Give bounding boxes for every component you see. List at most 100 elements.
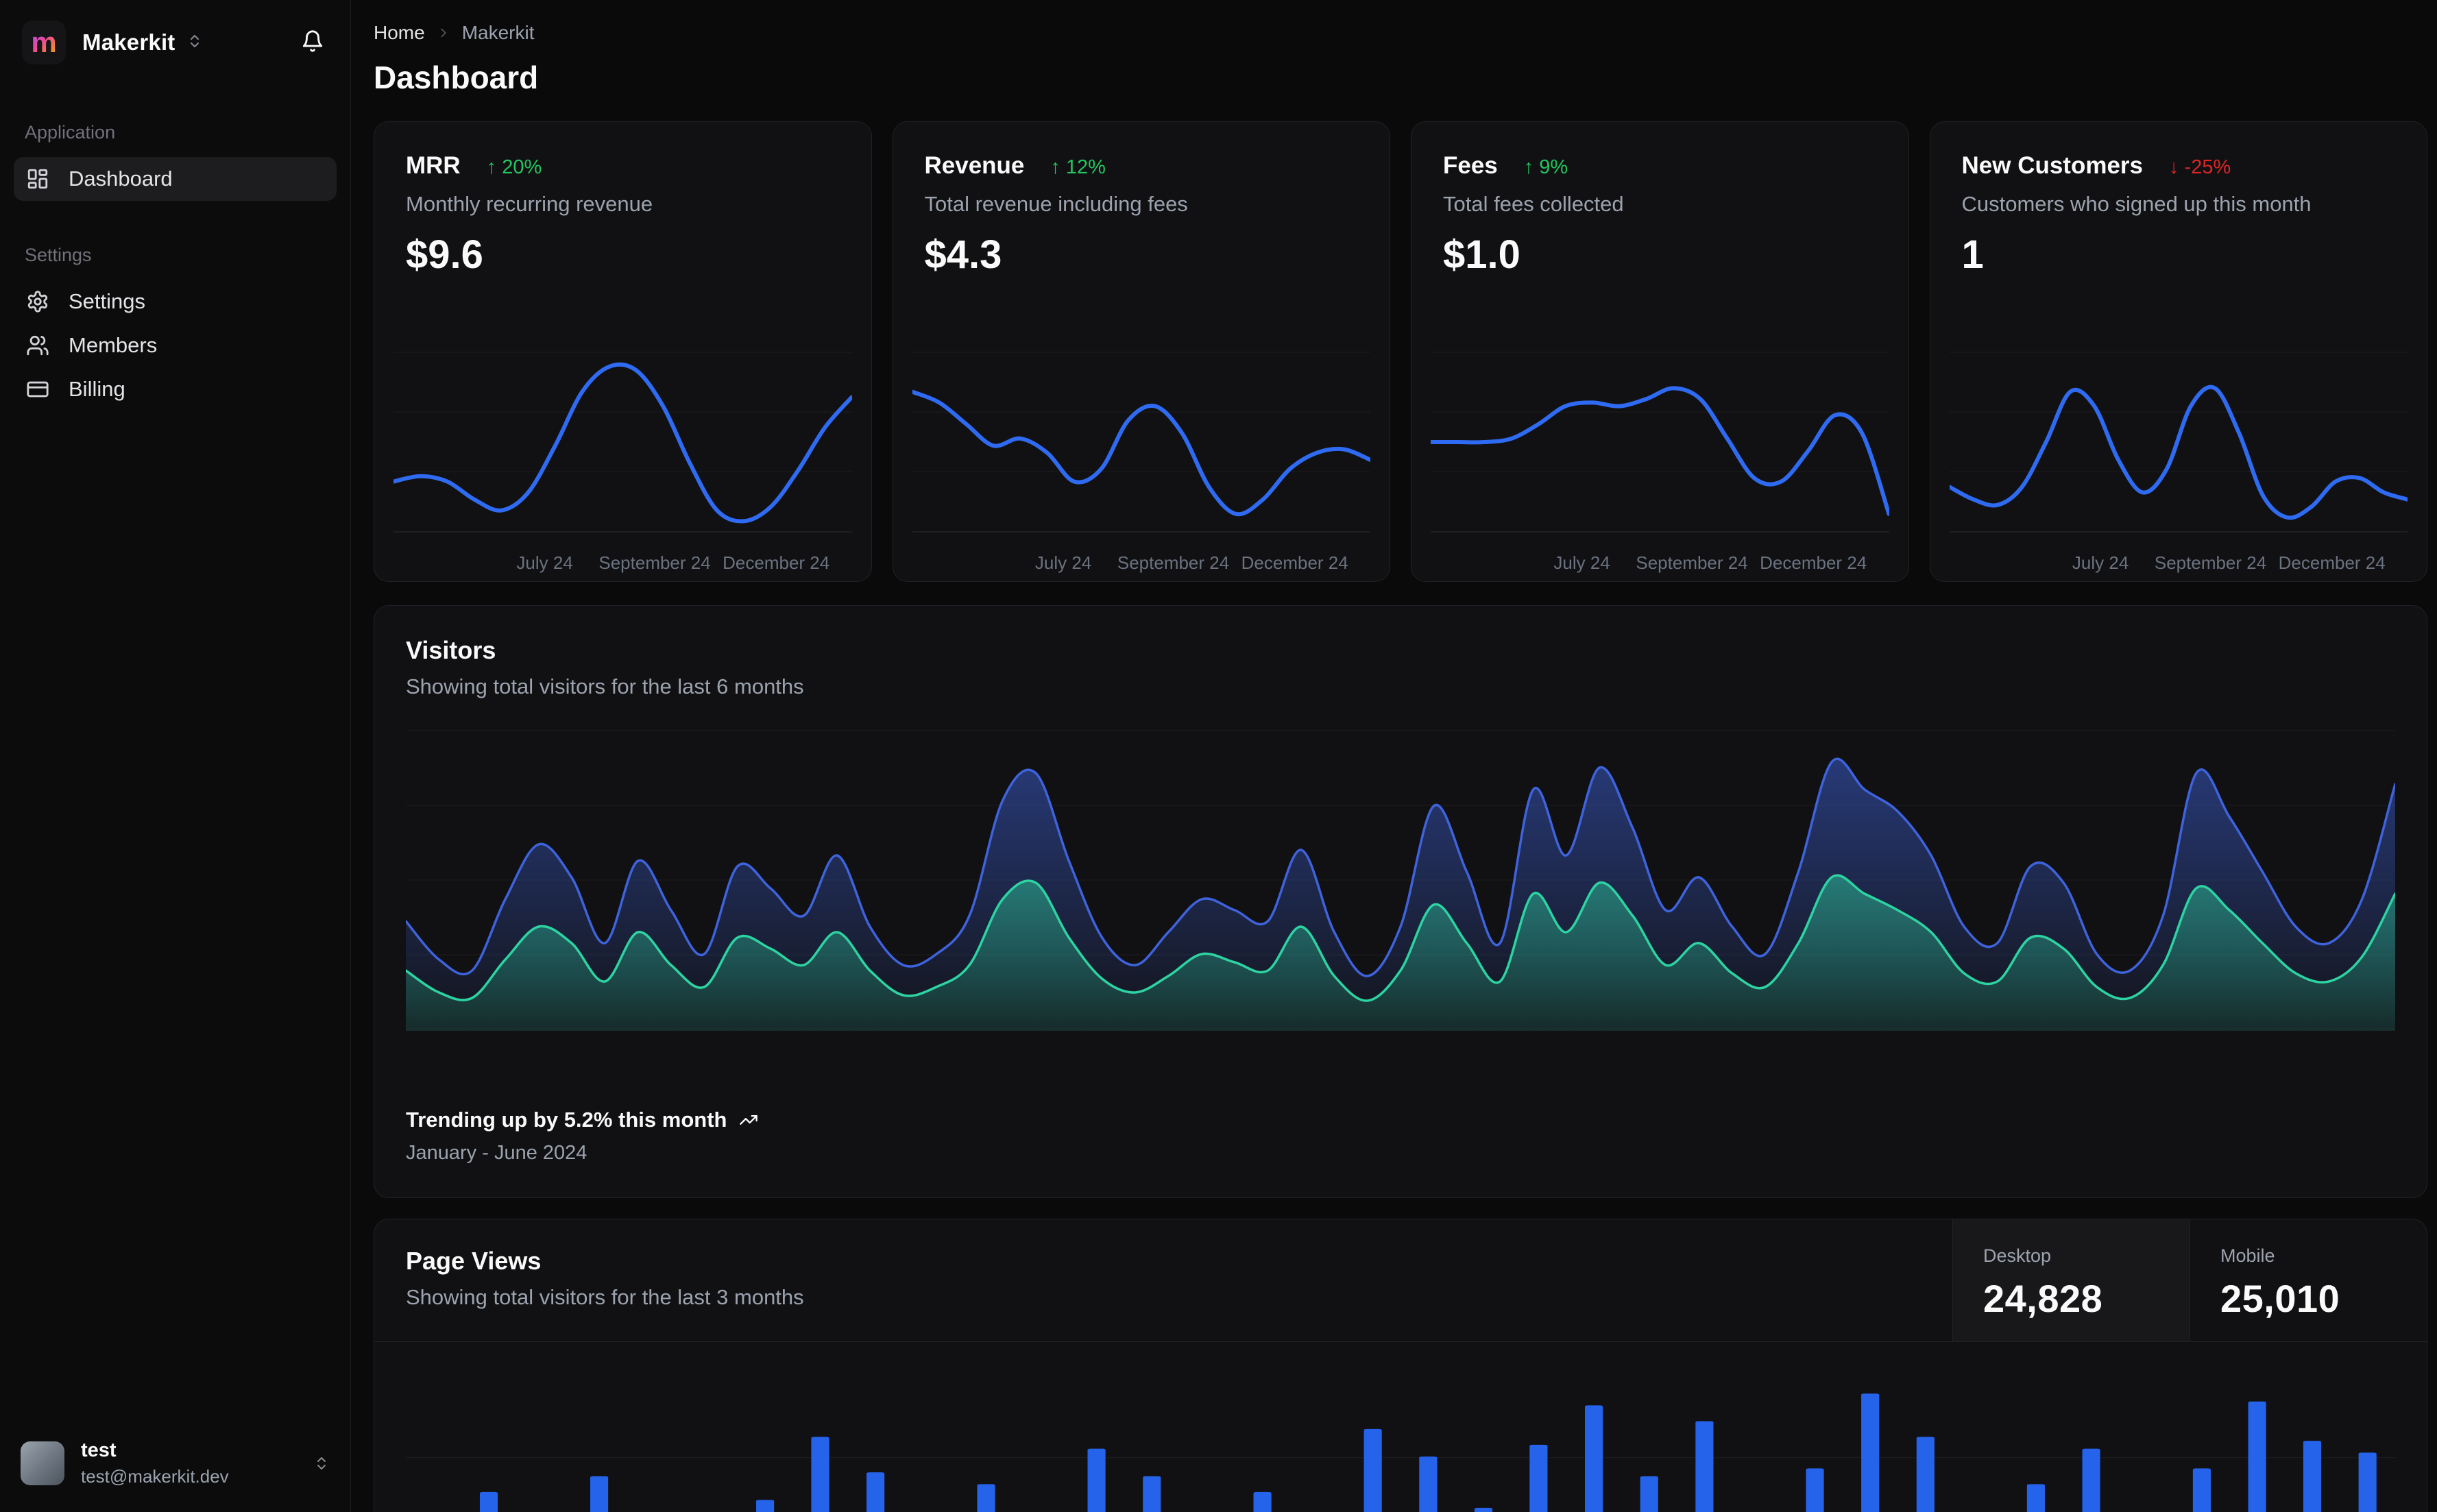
visitors-card: Visitors Showing total visitors for the …: [374, 605, 2427, 1198]
tick-label: December 24: [2278, 552, 2386, 573]
tab-mobile[interactable]: Mobile 25,010: [2190, 1219, 2427, 1341]
mrr-sparkline-chart: [393, 336, 852, 541]
stat-title: MRR: [406, 151, 461, 179]
tick-label: July 24: [1553, 552, 1610, 573]
breadcrumb-home-link[interactable]: Home: [374, 23, 425, 42]
sidebar: m Makerkit Application Dashboard Setting…: [0, 0, 351, 1512]
page-views-bar-chart: [374, 1358, 2427, 1512]
x-axis-ticks: July 24 September 24 December 24: [1431, 541, 1889, 581]
breadcrumb-current: Makerkit: [461, 22, 535, 43]
sidebar-item-label: Members: [69, 333, 158, 357]
visitors-trend-text: Trending up by 5.2% this month: [406, 1107, 727, 1132]
makerkit-logo: m: [22, 21, 66, 64]
tab-label: Mobile: [2220, 1245, 2275, 1266]
user-menu[interactable]: test test@makerkit.dev: [0, 1439, 350, 1487]
fees-sparkline-chart: [1431, 336, 1889, 541]
credit-card-icon: [26, 378, 49, 401]
workspace-name: Makerkit: [82, 29, 175, 55]
tab-value: 24,828: [1983, 1276, 2103, 1320]
notifications-button[interactable]: [301, 29, 324, 56]
visitors-title: Visitors: [406, 635, 496, 664]
chevrons-up-down-icon: [313, 1455, 330, 1472]
sidebar-item-label: Settings: [69, 289, 146, 313]
stat-card-mrr: MRR ↑ 20% Monthly recurring revenue $9.6 …: [374, 121, 872, 582]
stat-value: $4.3: [924, 232, 1002, 277]
tick-label: September 24: [2154, 552, 2267, 573]
users-icon: [26, 334, 49, 357]
sidebar-nav: Application Dashboard Settings Settings: [0, 122, 350, 411]
tab-label: Desktop: [1983, 1245, 2052, 1266]
chevron-right-icon: [436, 25, 451, 40]
sidebar-item-dashboard[interactable]: Dashboard: [14, 157, 337, 201]
stat-description: Total revenue including fees: [924, 191, 1188, 216]
stat-description: Customers who signed up this month: [1961, 191, 2312, 216]
tick-label: December 24: [723, 552, 830, 573]
stat-delta-badge: ↑ 12%: [1050, 156, 1106, 178]
x-axis-ticks: July 24 September 24 December 24: [912, 541, 1371, 581]
stat-description: Monthly recurring revenue: [406, 191, 653, 216]
stat-card-revenue: Revenue ↑ 12% Total revenue including fee…: [892, 121, 1390, 582]
page-views-header: Page Views Showing total visitors for th…: [374, 1219, 2427, 1342]
sidebar-item-members[interactable]: Members: [14, 324, 337, 367]
new-customers-sparkline-chart: [1950, 336, 2408, 541]
stat-card-new-customers: New Customers ↓ -25% Customers who signed…: [1929, 121, 2427, 582]
sidebar-item-label: Billing: [69, 377, 125, 401]
arrow-up-icon: ↑: [1523, 156, 1534, 178]
logo-letter: m: [31, 26, 57, 58]
bell-icon: [301, 29, 324, 56]
stat-title: Revenue: [924, 151, 1025, 179]
arrow-down-icon: ↓: [2169, 156, 2179, 178]
user-name: test: [81, 1439, 117, 1461]
gear-icon: [26, 290, 49, 313]
stat-delta-badge: ↑ 9%: [1523, 156, 1568, 178]
x-axis-ticks: July 24 September 24 December 24: [1950, 541, 2408, 581]
sidebar-item-settings[interactable]: Settings: [14, 280, 337, 324]
user-meta: test test@makerkit.dev: [81, 1439, 229, 1487]
nav-section-settings: Settings: [25, 245, 92, 265]
chevrons-up-down-icon: [186, 33, 203, 53]
tick-label: July 24: [2072, 552, 2129, 573]
tick-label: September 24: [598, 552, 711, 573]
tab-desktop[interactable]: Desktop 24,828: [1952, 1219, 2190, 1341]
sidebar-item-billing[interactable]: Billing: [14, 367, 337, 411]
visitors-footer: Trending up by 5.2% this month January -…: [406, 1108, 2395, 1165]
tab-value: 25,010: [2220, 1276, 2340, 1320]
trending-up-icon: [739, 1110, 758, 1130]
stat-delta-badge: ↑ 20%: [486, 156, 542, 178]
visitors-subtitle: Showing total visitors for the last 6 mo…: [406, 674, 804, 698]
arrow-up-icon: ↑: [486, 156, 497, 178]
stat-title: New Customers: [1961, 151, 2144, 179]
workspace-selector[interactable]: [186, 33, 203, 53]
stat-value: $1.0: [1443, 232, 1520, 277]
page-title: Dashboard: [374, 60, 539, 95]
stat-card-fees: Fees ↑ 9% Total fees collected $1.0 July …: [1411, 121, 1909, 582]
page-views-subtitle: Showing total visitors for the last 3 mo…: [406, 1284, 804, 1309]
stat-title: Fees: [1443, 151, 1498, 179]
layout-dashboard-icon: [26, 167, 49, 191]
main-content: Home Makerkit Dashboard MRR ↑ 20% Monthly…: [351, 0, 2437, 1512]
x-axis-ticks: July 24 September 24 December 24: [393, 541, 852, 581]
workspace-row: m Makerkit: [0, 21, 350, 64]
stat-cards-row: MRR ↑ 20% Monthly recurring revenue $9.6 …: [374, 121, 2427, 582]
visitors-date-range: January - June 2024: [406, 1141, 587, 1164]
tick-label: September 24: [1117, 552, 1230, 573]
user-email: test@makerkit.dev: [81, 1466, 229, 1487]
stat-delta-badge: ↓ -25%: [2169, 156, 2231, 178]
arrow-up-icon: ↑: [1050, 156, 1060, 178]
tick-label: July 24: [516, 552, 573, 573]
sidebar-item-label: Dashboard: [69, 167, 173, 191]
tick-label: July 24: [1034, 552, 1092, 573]
stat-description: Total fees collected: [1443, 191, 1624, 216]
stat-value: 1: [1961, 232, 1984, 277]
revenue-sparkline-chart: [912, 336, 1371, 541]
visitors-area-chart: [406, 729, 2395, 1031]
nav-section-application: Application: [25, 122, 116, 143]
page-views-card: Page Views Showing total visitors for th…: [374, 1218, 2427, 1512]
user-avatar: [21, 1441, 64, 1485]
tick-label: December 24: [1760, 552, 1867, 573]
breadcrumb: Home Makerkit: [374, 23, 2427, 42]
stat-value: $9.6: [406, 232, 483, 277]
page-views-title: Page Views: [406, 1246, 542, 1275]
tick-label: December 24: [1241, 552, 1348, 573]
